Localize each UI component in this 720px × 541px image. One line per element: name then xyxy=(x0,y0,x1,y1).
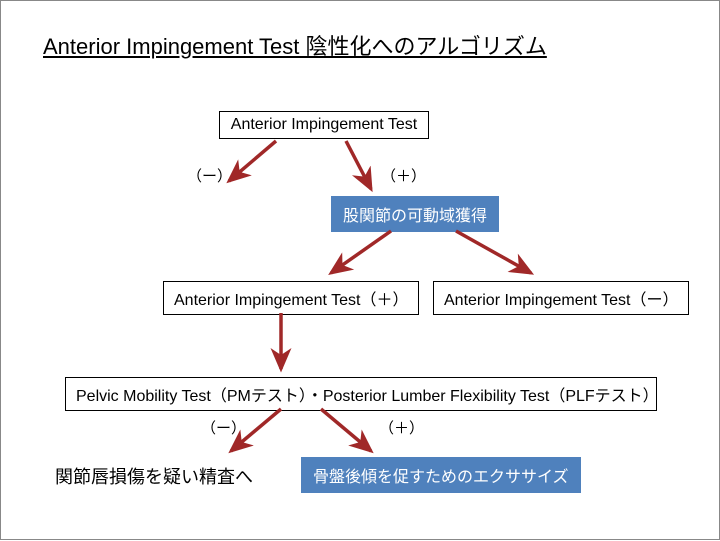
node-ait-pos: Anterior Impingement Test（＋） xyxy=(163,281,419,315)
edge-label-pos-1: （＋） xyxy=(381,165,426,186)
node-ait-root: Anterior Impingement Test xyxy=(219,111,429,139)
edge-label-neg-2: （ー） xyxy=(201,417,246,438)
node-pelvic-plf: Pelvic Mobility Test（PMテスト）・Posterior Lu… xyxy=(65,377,657,411)
page-title: Anterior Impingement Test 陰性化へのアルゴリズム xyxy=(43,29,547,61)
node-hip-rom: 股関節の可動域獲得 xyxy=(331,196,499,232)
node-ait-neg: Anterior Impingement Test（ー） xyxy=(433,281,689,315)
edge-label-neg-1: （ー） xyxy=(187,165,232,186)
node-pelvic-exercise: 骨盤後傾を促すためのエクササイズ xyxy=(301,457,581,493)
edge-label-pos-2: （＋） xyxy=(379,417,424,438)
node-labrum-injury: 関節唇損傷を疑い精査へ xyxy=(55,463,253,489)
